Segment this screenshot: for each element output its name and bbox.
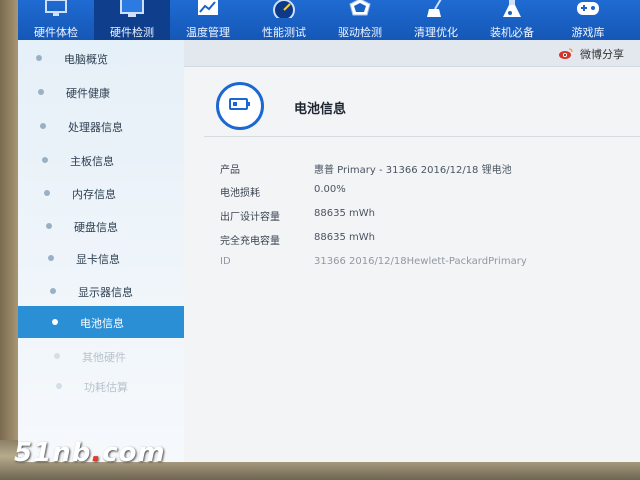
- sidebar-item-memory[interactable]: 内存信息: [18, 177, 188, 209]
- battery-icon: [229, 98, 250, 110]
- sidebar-item-battery[interactable]: 电池信息: [18, 306, 194, 338]
- main-panel: 微博分享 电池信息 产品 惠普 Primary - 31366 2016/12/…: [184, 40, 640, 462]
- nav-item-label: 清理优化: [414, 26, 458, 39]
- sidebar-item-disk[interactable]: 硬盘信息: [18, 210, 188, 242]
- speedometer-icon: [271, 0, 297, 21]
- nav-item-temperature[interactable]: 温度管理: [170, 0, 246, 40]
- info-value: 31366 2016/12/18Hewlett-PackardPrimary: [314, 256, 527, 267]
- bullet-icon: [38, 89, 44, 95]
- flask-icon: [499, 0, 525, 18]
- info-value: 88635 mWh: [314, 232, 375, 243]
- gamepad-icon: [575, 0, 601, 18]
- sidebar-item-label: 处理器信息: [68, 121, 123, 134]
- info-value: 0.00%: [314, 184, 346, 195]
- bullet-icon: [36, 55, 42, 61]
- nav-item-label: 温度管理: [186, 26, 230, 39]
- sidebar-item-health[interactable]: 硬件健康: [18, 76, 188, 108]
- sidebar-item-label: 主板信息: [70, 155, 114, 168]
- nav-item-label: 硬件体检: [34, 26, 78, 39]
- sidebar-item-display[interactable]: 显示器信息: [18, 275, 188, 307]
- sidebar-item-label: 内存信息: [72, 188, 116, 201]
- sidebar-item-label: 显卡信息: [76, 253, 120, 266]
- share-button[interactable]: 微博分享: [558, 46, 624, 62]
- nav-item-label: 性能测试: [262, 26, 306, 39]
- sidebar-item-other-hardware[interactable]: 其他硬件: [18, 340, 188, 372]
- info-key: 产品: [220, 165, 240, 176]
- bullet-icon: [52, 319, 58, 325]
- info-key: 电池损耗: [220, 188, 260, 199]
- bullet-icon: [50, 288, 56, 294]
- bullet-icon: [42, 157, 48, 163]
- bullet-icon: [48, 255, 54, 261]
- bullet-icon: [40, 123, 46, 129]
- sidebar-item-cpu[interactable]: 处理器信息: [18, 110, 188, 142]
- temperature-chart-icon: [195, 0, 221, 18]
- nav-item-label: 游戏库: [571, 26, 605, 39]
- section-divider: [204, 136, 640, 137]
- driver-shield-icon: [347, 0, 373, 18]
- broom-icon: [423, 0, 449, 18]
- section-icon-circle: [216, 82, 264, 130]
- section-title: 电池信息: [294, 102, 347, 117]
- site-watermark: 51nb.com: [14, 438, 166, 468]
- top-nav-bar: 硬件体检 硬件检测 温度管理 性能测试 驱动检测 清理优化 装机必备 游戏库: [18, 0, 640, 40]
- sidebar-item-gpu[interactable]: 显卡信息: [18, 242, 188, 274]
- nav-item-label: 装机必备: [490, 26, 534, 39]
- sidebar-item-label: 功耗估算: [84, 381, 128, 394]
- pc-monitor-icon: [119, 0, 145, 18]
- sidebar-item-motherboard[interactable]: 主板信息: [18, 144, 188, 176]
- sidebar: 电脑概览 硬件健康 处理器信息 主板信息 内存信息 硬盘信息 显卡信息 显示器信…: [18, 40, 194, 462]
- nav-item-hardware-detect[interactable]: 硬件检测: [94, 0, 170, 40]
- nav-item-performance[interactable]: 性能测试: [246, 0, 322, 40]
- app-window: 硬件体检 硬件检测 温度管理 性能测试 驱动检测 清理优化 装机必备 游戏库 电…: [18, 0, 640, 462]
- nav-item-driver[interactable]: 驱动检测: [322, 0, 398, 40]
- bullet-icon: [46, 223, 52, 229]
- sidebar-item-label: 硬件健康: [66, 87, 110, 100]
- weibo-icon: [558, 48, 573, 59]
- bullet-icon: [56, 383, 62, 389]
- nav-item-hardware-checkup[interactable]: 硬件体检: [18, 0, 94, 40]
- info-key: ID: [220, 256, 231, 267]
- info-value: 惠普 Primary - 31366 2016/12/18 锂电池: [314, 165, 512, 176]
- sidebar-item-overview[interactable]: 电脑概览: [18, 42, 188, 74]
- sidebar-item-label: 显示器信息: [78, 286, 133, 299]
- info-key: 出厂设计容量: [220, 212, 280, 223]
- sidebar-item-power-estimate[interactable]: 功耗估算: [18, 370, 188, 402]
- nav-item-label: 硬件检测: [110, 26, 154, 39]
- sidebar-item-label: 硬盘信息: [74, 221, 118, 234]
- toolbar: 微博分享: [184, 40, 640, 67]
- nav-item-game-library[interactable]: 游戏库: [550, 0, 626, 40]
- monitor-icon: [43, 0, 69, 18]
- info-key: 完全充电容量: [220, 236, 280, 247]
- nav-item-label: 驱动检测: [338, 26, 382, 39]
- share-label: 微博分享: [580, 48, 624, 61]
- sidebar-item-label: 电脑概览: [64, 53, 108, 66]
- nav-item-essentials[interactable]: 装机必备: [474, 0, 550, 40]
- sidebar-item-label: 其他硬件: [82, 351, 126, 364]
- bullet-icon: [54, 353, 60, 359]
- sidebar-item-label: 电池信息: [80, 317, 124, 330]
- info-value: 88635 mWh: [314, 208, 375, 219]
- bullet-icon: [44, 190, 50, 196]
- nav-item-cleanup[interactable]: 清理优化: [398, 0, 474, 40]
